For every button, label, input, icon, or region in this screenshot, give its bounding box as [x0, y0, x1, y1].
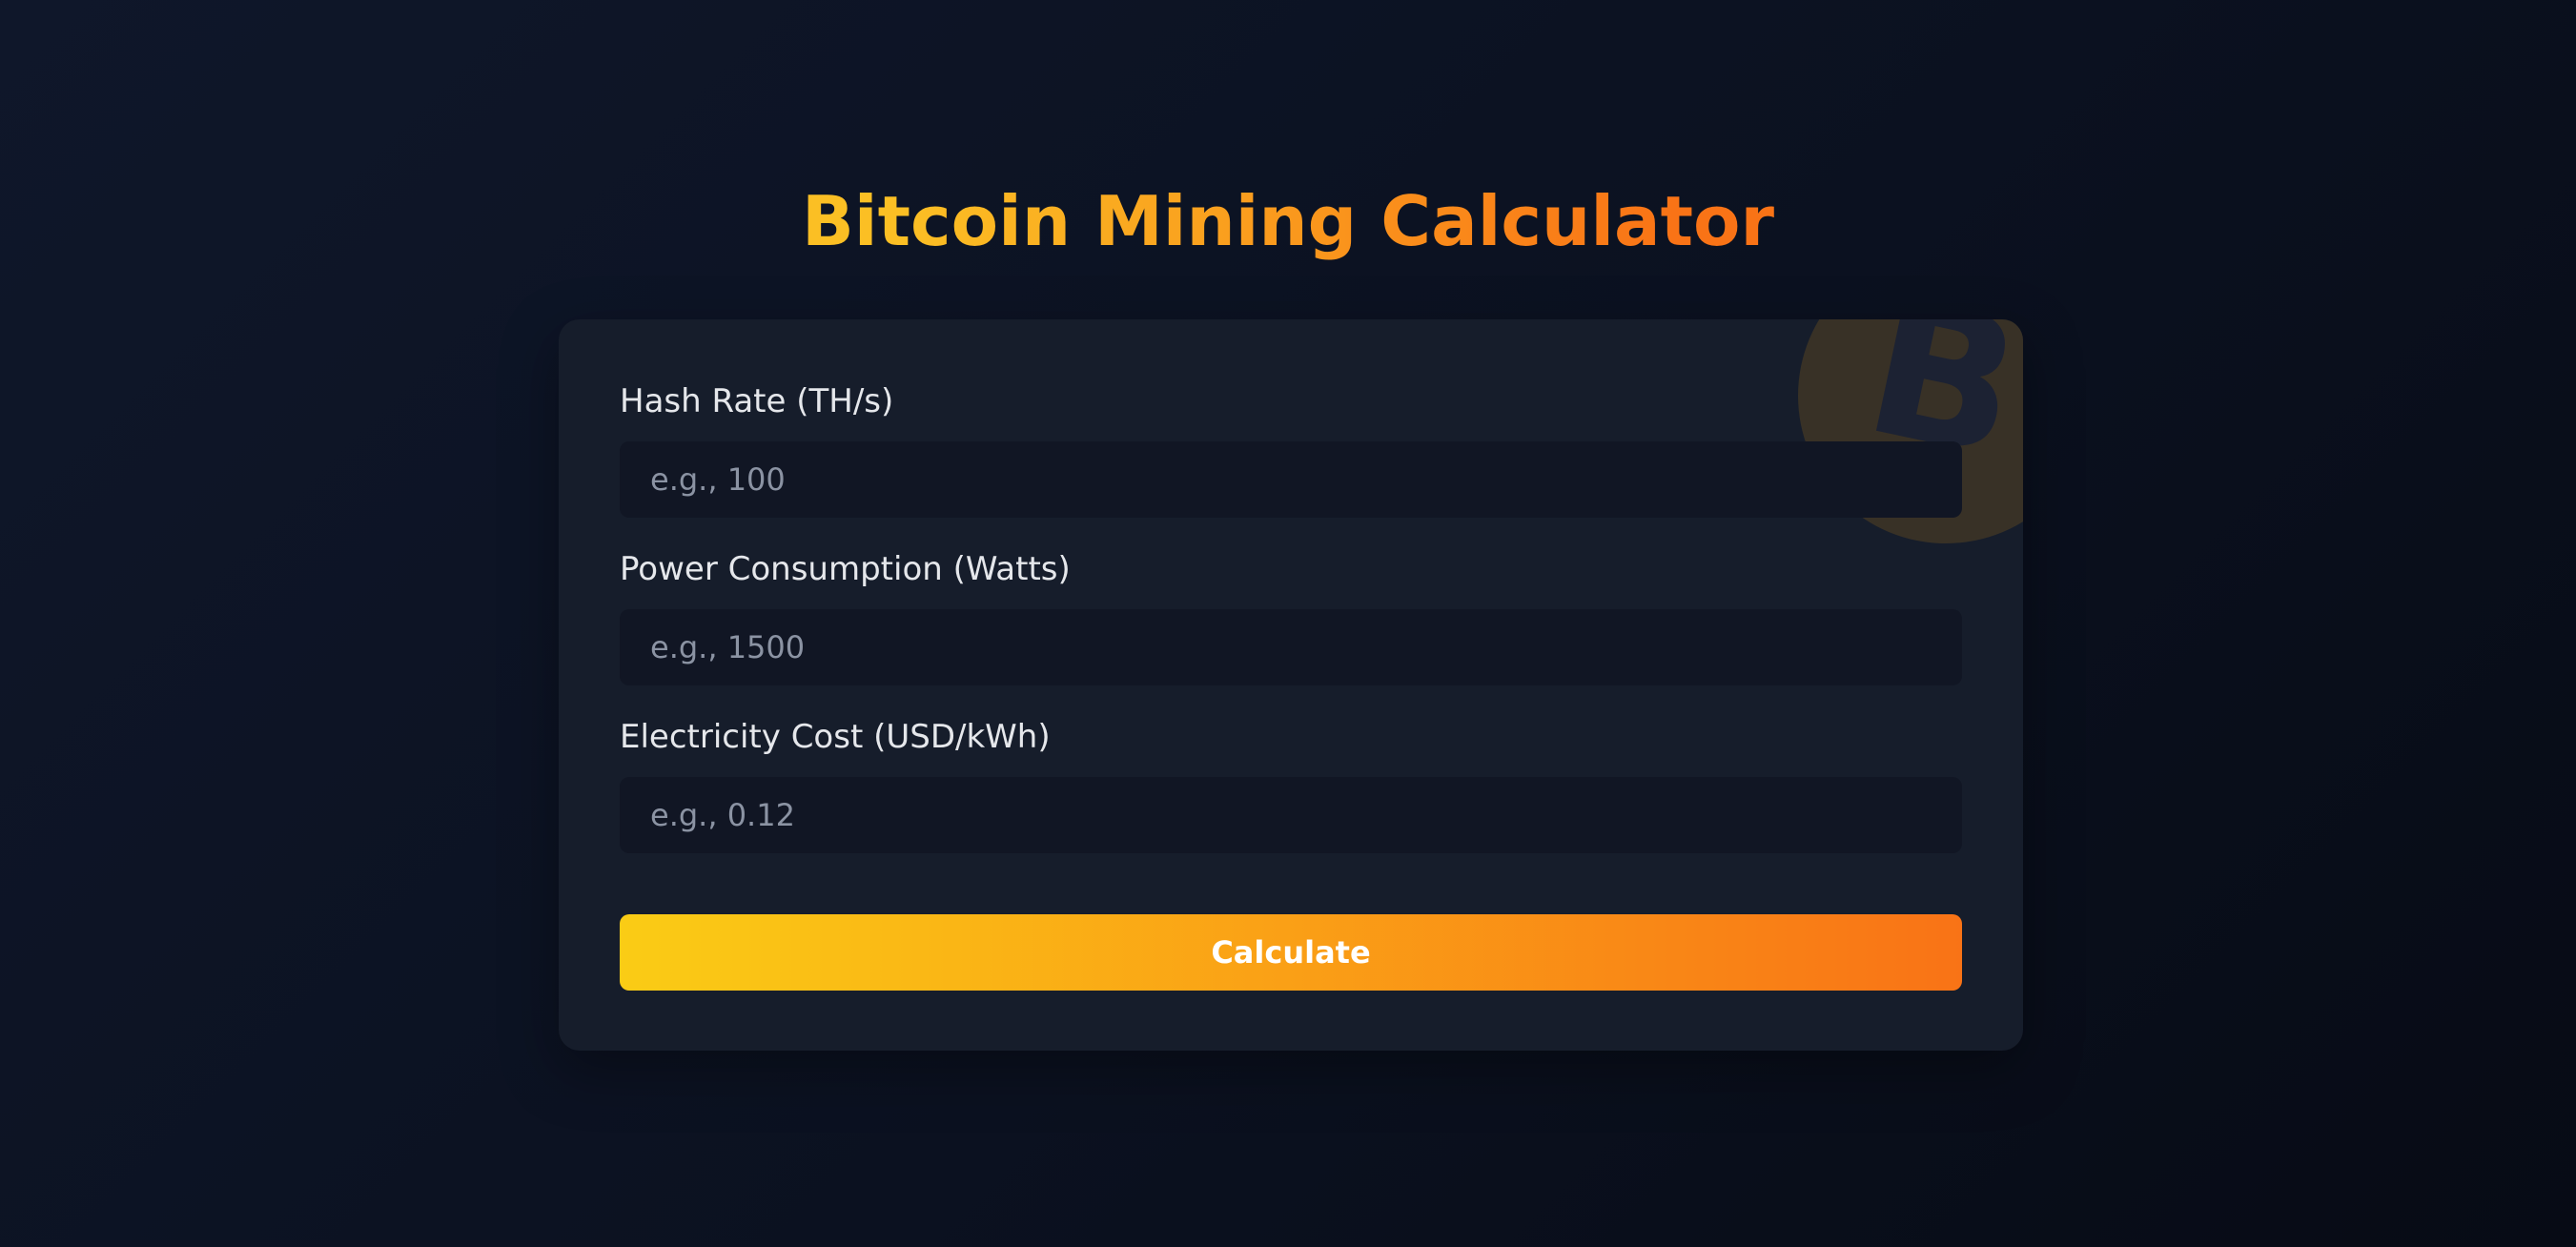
page-title: Bitcoin Mining Calculator: [0, 174, 2576, 269]
hash-rate-label: Hash Rate (TH/s): [620, 382, 894, 420]
electricity-cost-label: Electricity Cost (USD/kWh): [620, 718, 1051, 756]
power-consumption-label: Power Consumption (Watts): [620, 550, 1071, 588]
power-consumption-input[interactable]: [620, 609, 1962, 685]
calculator-card: B Hash Rate (TH/s) Power Consumption (Wa…: [559, 319, 2023, 1051]
electricity-cost-input[interactable]: [620, 777, 1962, 853]
calculate-button[interactable]: Calculate: [620, 914, 1962, 991]
hash-rate-input[interactable]: [620, 441, 1962, 518]
